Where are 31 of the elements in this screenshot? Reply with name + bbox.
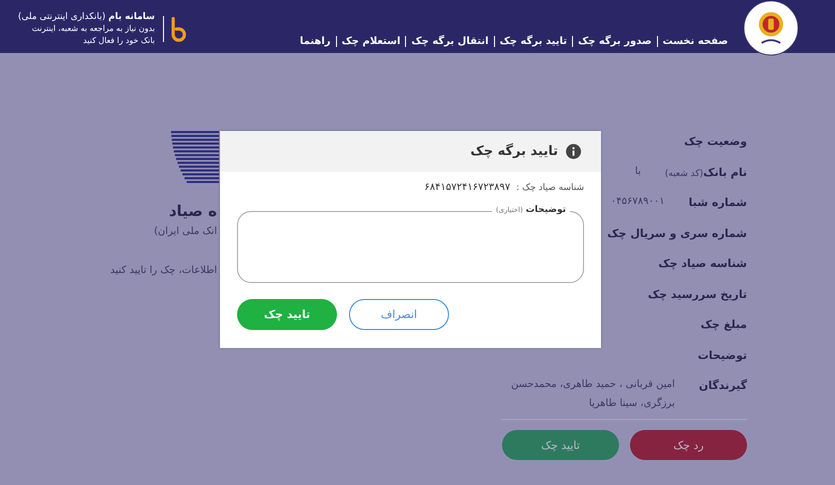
dialog-title: تایید برگه چک bbox=[470, 144, 558, 159]
nav-link[interactable]: استعلام چک bbox=[336, 36, 406, 47]
detail-value: با bbox=[635, 164, 641, 178]
detail-label: وضعیت چک bbox=[684, 135, 747, 148]
intro-text: اطلاعات، چک را تایید کنید bbox=[110, 265, 217, 276]
detail-label: شناسه صیاد چک bbox=[658, 257, 747, 270]
detail-label: شماره سری و سریال چک bbox=[607, 226, 747, 240]
id-label: شناسه صیاد چک : bbox=[516, 182, 584, 192]
detail-label: توضیحات bbox=[698, 348, 747, 362]
nav-link[interactable]: صفحه نخست bbox=[656, 36, 733, 47]
detail-label: نام بانک(کد شعبه) bbox=[664, 166, 747, 178]
id-value: ۶۸۴۱۵۷۲۴۱۶۷۲۳۸۹۷ bbox=[424, 182, 510, 193]
brand-tagline: بدون نیاز به مراجعه به شعبه، اینترنت bbox=[30, 22, 155, 34]
detail-value: ۰۴۵۶۷۸۹۰۰۱ bbox=[610, 195, 665, 209]
nav-link[interactable]: راهنما bbox=[294, 36, 336, 47]
bank-logo-icon bbox=[743, 0, 799, 56]
detail-label: گیرندگان bbox=[698, 379, 747, 392]
brand-tagline: بانک خود را فعال کنید bbox=[82, 34, 155, 46]
logo-icon bbox=[162, 16, 186, 42]
intro-title: ه صیاد bbox=[168, 202, 217, 220]
detail-label: شماره شبا bbox=[688, 196, 747, 209]
action-button[interactable]: رد چک bbox=[630, 430, 747, 460]
nav-link[interactable]: انتقال برگه چک bbox=[405, 36, 494, 47]
detail-label: مبلغ چک bbox=[700, 318, 747, 331]
brand-title: سامانه بام (بانکداری اینترنتی ملی) bbox=[18, 10, 155, 22]
intro-subtitle: انک ملی ایران) bbox=[154, 226, 217, 237]
info-icon bbox=[566, 144, 581, 159]
detail-value: امین قربانی ، حمید طاهری، محمدحسن برزگری، سینا طاهریا bbox=[510, 378, 675, 411]
detail-label: تاریخ سررسید چک bbox=[648, 288, 747, 300]
nav-link[interactable]: صدور برگه چک bbox=[572, 36, 657, 47]
nav-link[interactable]: تایید برگه چک bbox=[494, 36, 572, 47]
